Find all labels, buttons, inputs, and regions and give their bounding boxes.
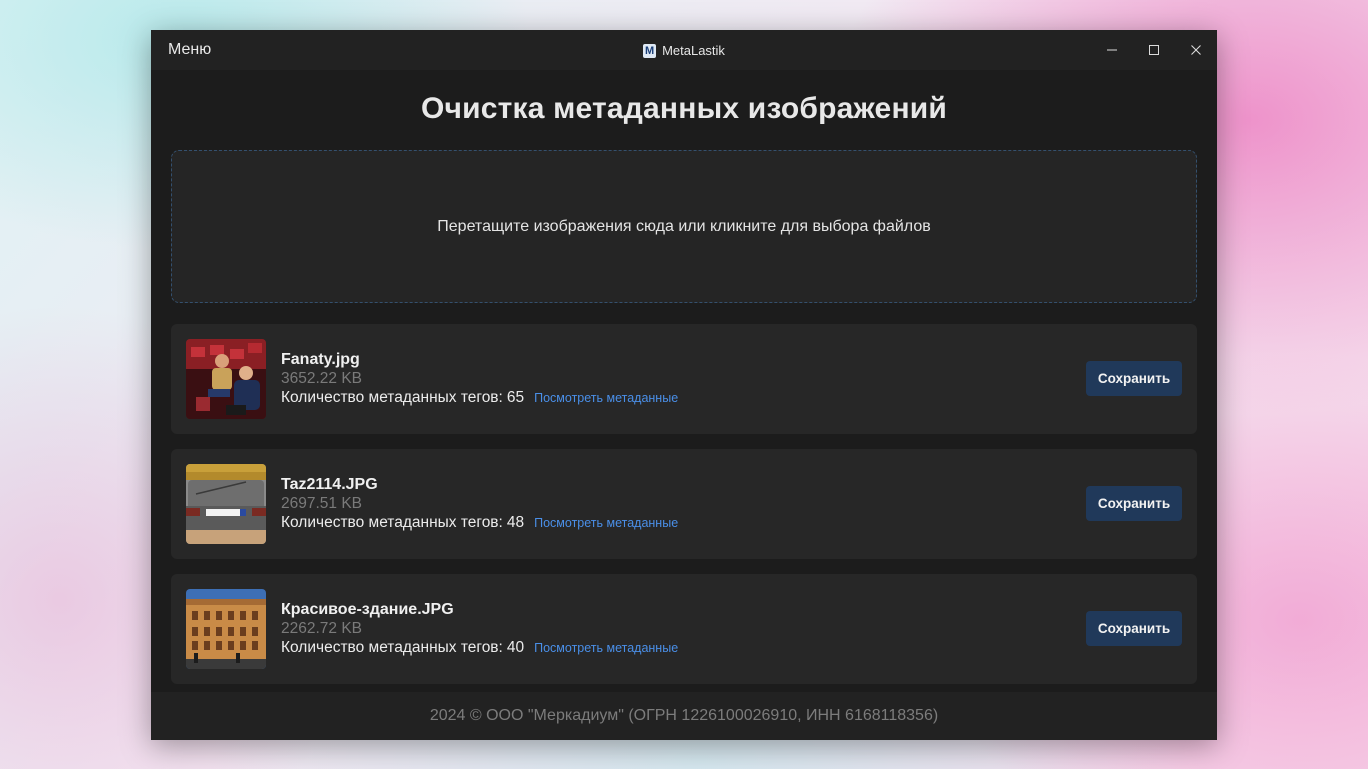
minimize-button[interactable]	[1091, 30, 1133, 70]
file-name: Taz2114.JPG	[281, 476, 378, 493]
title-bar: Меню M MetaLastik	[151, 30, 1217, 70]
metadata-count-line: Количество метаданных тегов: 65 Посмотре…	[281, 388, 678, 408]
file-info: Красивое-здание.JPG 2262.72 KB Количеств…	[281, 600, 678, 658]
file-card: Красивое-здание.JPG 2262.72 KB Количеств…	[171, 574, 1197, 684]
file-info: Taz2114.JPG 2697.51 KB Количество метада…	[281, 475, 678, 533]
dropzone-text: Перетащите изображения сюда или кликните…	[437, 217, 931, 235]
metadata-count-label: Количество метаданных тегов:	[281, 514, 503, 531]
file-card: Taz2114.JPG 2697.51 KB Количество метада…	[171, 449, 1197, 559]
app-title-text: MetaLastik	[662, 43, 725, 58]
app-logo-icon: M	[643, 43, 657, 58]
file-size: 3652.22 KB	[281, 370, 363, 387]
file-thumbnail	[186, 589, 266, 669]
file-thumbnail	[186, 464, 266, 544]
app-title: M MetaLastik	[151, 43, 1217, 58]
close-button[interactable]	[1175, 30, 1217, 70]
file-thumbnail	[186, 339, 266, 419]
metadata-count-value: 40	[506, 639, 525, 656]
metadata-count-value: 48	[506, 514, 525, 531]
file-size: 2697.51 KB	[281, 495, 363, 512]
file-info: Fanaty.jpg 3652.22 KB Количество метадан…	[281, 350, 678, 408]
file-card: Fanaty.jpg 3652.22 KB Количество метадан…	[171, 324, 1197, 434]
save-button[interactable]: Сохранить	[1086, 361, 1182, 396]
footer-copyright: 2024 © ООО "Меркадиум" (ОГРН 12261000269…	[429, 707, 939, 724]
save-button[interactable]: Сохранить	[1086, 486, 1182, 521]
page-title: Очистка метаданных изображений	[420, 92, 948, 125]
minimize-icon	[1107, 49, 1117, 51]
view-metadata-link[interactable]: Посмотреть метаданные	[534, 513, 678, 533]
file-name: Красивое-здание.JPG	[281, 601, 454, 618]
footer: 2024 © ООО "Меркадиум" (ОГРН 12261000269…	[151, 692, 1217, 740]
file-dropzone[interactable]: Перетащите изображения сюда или кликните…	[171, 150, 1197, 303]
maximize-icon	[1149, 45, 1159, 55]
view-metadata-link[interactable]: Посмотреть метаданные	[534, 388, 678, 408]
close-icon	[1191, 45, 1201, 55]
metadata-count-line: Количество метаданных тегов: 40 Посмотре…	[281, 638, 678, 658]
save-button[interactable]: Сохранить	[1086, 611, 1182, 646]
file-size: 2262.72 KB	[281, 620, 363, 637]
metadata-count-label: Количество метаданных тегов:	[281, 389, 503, 406]
metadata-count-label: Количество метаданных тегов:	[281, 639, 503, 656]
file-name: Fanaty.jpg	[281, 351, 360, 368]
metadata-count-line: Количество метаданных тегов: 48 Посмотре…	[281, 513, 678, 533]
view-metadata-link[interactable]: Посмотреть метаданные	[534, 638, 678, 658]
maximize-button[interactable]	[1133, 30, 1175, 70]
file-list: Fanaty.jpg 3652.22 KB Количество метадан…	[171, 324, 1197, 699]
metadata-count-value: 65	[506, 389, 525, 406]
app-window: Меню M MetaLastik Очистка метаданных изо…	[151, 30, 1217, 740]
